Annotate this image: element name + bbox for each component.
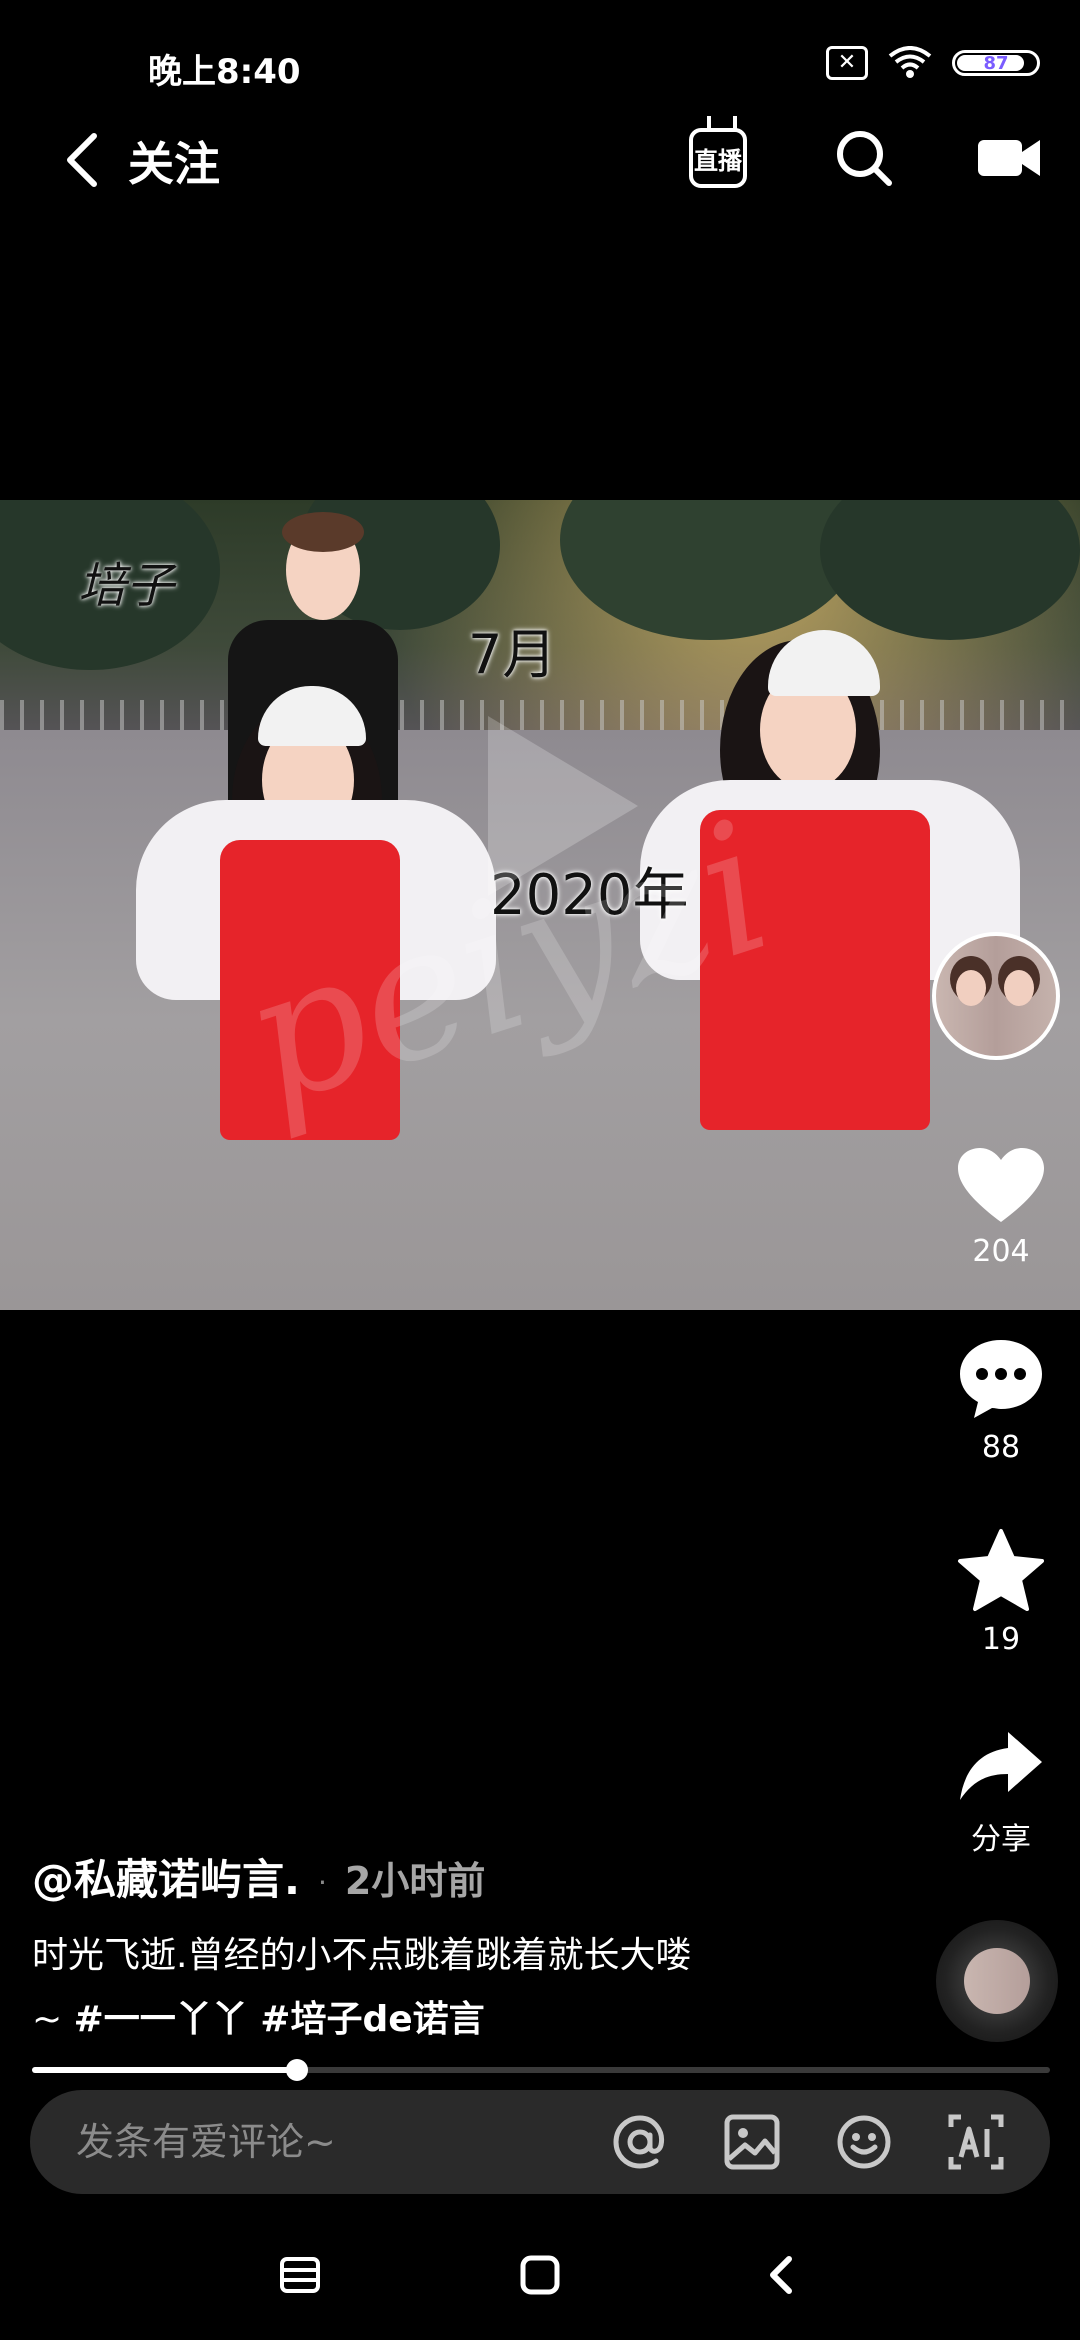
comment-input[interactable] bbox=[74, 2119, 610, 2165]
at-icon bbox=[613, 2115, 665, 2169]
back-icon bbox=[67, 133, 97, 187]
back-button[interactable] bbox=[58, 128, 106, 192]
home-icon bbox=[520, 2255, 560, 2295]
author-line: @私藏诺屿言. · 2小时前 bbox=[32, 1846, 485, 1907]
favorite-button[interactable]: 19 bbox=[946, 1528, 1056, 1657]
system-back-button[interactable] bbox=[750, 2245, 810, 2305]
battery-icon: 87 bbox=[952, 50, 1040, 76]
progress-thumb[interactable] bbox=[285, 2059, 308, 2081]
video-player[interactable]: 培子 7月 2020年 peiyzi bbox=[0, 500, 1080, 1310]
video-tree bbox=[820, 500, 1080, 640]
live-label: 直播 bbox=[694, 146, 742, 175]
video-icon bbox=[978, 140, 1040, 176]
live-icon: 直播 bbox=[689, 128, 747, 188]
video-month-text: 7月 bbox=[468, 623, 557, 686]
favorite-count: 19 bbox=[981, 1622, 1021, 1657]
search-button[interactable] bbox=[820, 116, 908, 200]
back-nav-icon bbox=[770, 2256, 792, 2294]
video-person-hair bbox=[282, 512, 364, 552]
top-actions: 直播 bbox=[674, 116, 1054, 200]
share-label: 分享 bbox=[971, 1822, 1031, 1857]
video-handwriting-text: 培子 bbox=[78, 558, 175, 614]
comment-icon bbox=[960, 1340, 1042, 1418]
image-icon bbox=[724, 2114, 780, 2170]
caption-text: 时光飞逝.曾经的小不点跳着跳着就长大喽 bbox=[32, 1935, 692, 1976]
menu-button[interactable] bbox=[270, 2245, 330, 2305]
caption-prefix: ~ bbox=[32, 1999, 74, 2040]
heart-icon bbox=[958, 1148, 1044, 1222]
like-button[interactable]: 204 bbox=[946, 1146, 1056, 1269]
music-cover bbox=[964, 1948, 1030, 2014]
progress-fill bbox=[32, 2067, 297, 2073]
menu-icon bbox=[280, 2257, 320, 2293]
share-icon bbox=[960, 1732, 1042, 1800]
avatar-face bbox=[956, 970, 986, 1006]
emoji-icon bbox=[837, 2115, 891, 2169]
music-disc[interactable] bbox=[936, 1920, 1058, 2042]
progress-bar[interactable] bbox=[32, 2059, 1050, 2081]
share-button[interactable]: 分享 bbox=[946, 1726, 1056, 1858]
wifi-icon bbox=[888, 46, 932, 78]
post-time: 2小时前 bbox=[344, 1859, 486, 1903]
comment-tools bbox=[610, 2112, 1006, 2172]
system-nav-bar bbox=[0, 2230, 1080, 2320]
post-caption: 时光飞逝.曾经的小不点跳着跳着就长大喽 ~ #一一丫丫 #培子de诺言 bbox=[32, 1924, 812, 2052]
emoji-button[interactable] bbox=[834, 2112, 894, 2172]
video-girl-cap bbox=[768, 630, 880, 696]
mention-button[interactable] bbox=[610, 2112, 670, 2172]
search-icon bbox=[837, 131, 892, 186]
home-button[interactable] bbox=[510, 2245, 570, 2305]
hashtags[interactable]: #一一丫丫 #培子de诺言 bbox=[74, 1999, 485, 2040]
battery-text: 87 bbox=[983, 52, 1009, 74]
like-count: 204 bbox=[972, 1234, 1030, 1269]
comment-bar bbox=[30, 2090, 1050, 2194]
star-icon bbox=[958, 1529, 1044, 1611]
status-time: 晚上8:40 bbox=[148, 52, 301, 92]
ai-icon bbox=[948, 2114, 1004, 2170]
ai-button[interactable] bbox=[946, 2112, 1006, 2172]
separator-dot: · bbox=[317, 1866, 327, 1899]
status-icons: ✕ 87 bbox=[826, 46, 1040, 80]
author-avatar[interactable] bbox=[932, 932, 1060, 1060]
video-button[interactable] bbox=[966, 116, 1054, 200]
sim-x-icon: ✕ bbox=[826, 46, 868, 80]
video-tree bbox=[560, 500, 860, 640]
comment-button[interactable]: 88 bbox=[946, 1336, 1056, 1465]
live-button[interactable]: 直播 bbox=[674, 116, 762, 200]
comment-count: 88 bbox=[981, 1430, 1021, 1465]
image-button[interactable] bbox=[722, 2112, 782, 2172]
avatar-face bbox=[1004, 970, 1034, 1006]
play-icon[interactable] bbox=[488, 716, 638, 896]
page-title[interactable]: 关注 bbox=[128, 128, 220, 194]
author-name[interactable]: @私藏诺屿言. bbox=[32, 1855, 300, 1904]
